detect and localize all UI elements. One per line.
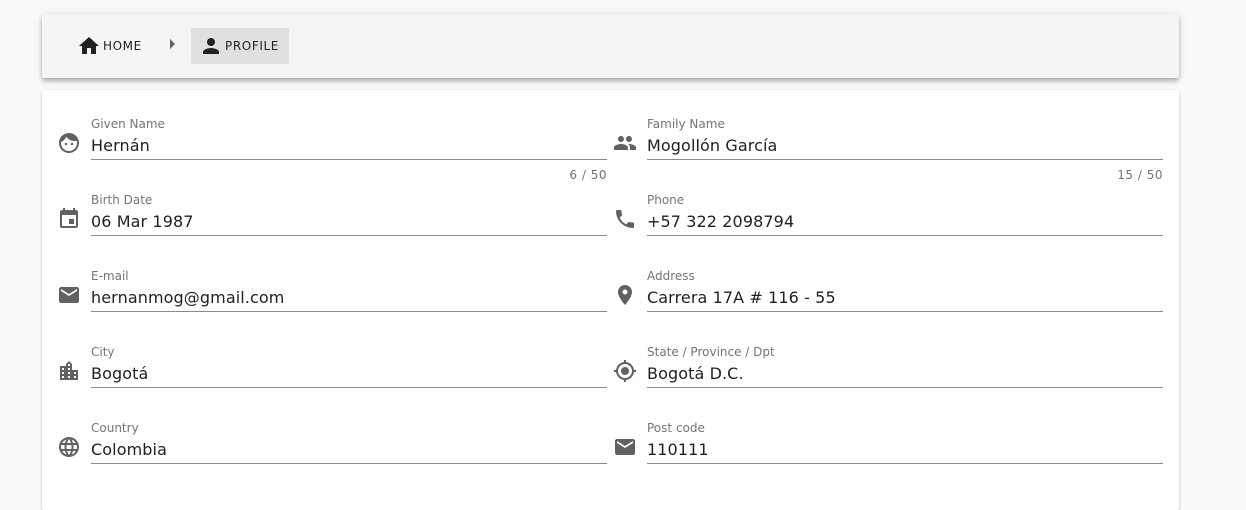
phone-icon [613,207,637,231]
phone-input[interactable] [647,208,1163,236]
birth-date-field: Birth Date [60,173,607,236]
city-icon [57,359,81,383]
city-field: City [60,325,607,388]
family-name-field: Family Name 15 / 50 [614,97,1163,182]
address-field: Address [618,249,1163,312]
location-pin-icon [613,283,637,307]
chevron-right-icon [167,36,177,52]
phone-field: Phone [616,173,1163,236]
given-name-label: Given Name [91,117,165,131]
post-code-field: Post code [615,401,1163,464]
country-field: Country [59,401,607,464]
state-input[interactable] [647,360,1163,388]
breadcrumb-toolbar: HOME PROFILE [42,14,1179,78]
address-label: Address [647,269,695,283]
mail-icon [57,283,81,307]
country-input[interactable] [91,436,607,464]
person-icon [199,34,223,58]
country-label: Country [91,421,139,435]
breadcrumb-home[interactable]: HOME [69,28,152,64]
address-input[interactable] [647,284,1163,312]
email-field: E-mail [59,249,607,312]
given-name-input[interactable] [91,132,607,160]
phone-label: Phone [647,193,685,207]
family-name-input[interactable] [647,132,1163,160]
mail-icon [613,435,637,459]
breadcrumb-home-label: HOME [103,39,142,53]
state-label: State / Province / Dpt [647,345,775,359]
breadcrumb-profile-label: PROFILE [225,39,279,53]
family-name-label: Family Name [647,117,725,131]
home-icon [77,34,101,58]
people-icon [613,131,637,155]
calendar-icon [57,207,81,231]
breadcrumb-profile[interactable]: PROFILE [191,28,289,64]
face-icon [57,131,81,155]
globe-icon [57,435,81,459]
birth-date-input[interactable] [91,208,607,236]
post-code-label: Post code [647,421,705,435]
email-label: E-mail [91,269,129,283]
profile-card: Given Name 6 / 50 Family Name 15 / 50 Bi… [42,90,1179,510]
state-field: State / Province / Dpt [614,325,1163,388]
my-location-icon [613,359,637,383]
post-code-input[interactable] [647,436,1163,464]
given-name-field: Given Name 6 / 50 [59,97,607,182]
city-label: City [91,345,115,359]
city-input[interactable] [91,360,607,388]
email-input[interactable] [91,284,607,312]
birth-date-label: Birth Date [91,193,153,207]
